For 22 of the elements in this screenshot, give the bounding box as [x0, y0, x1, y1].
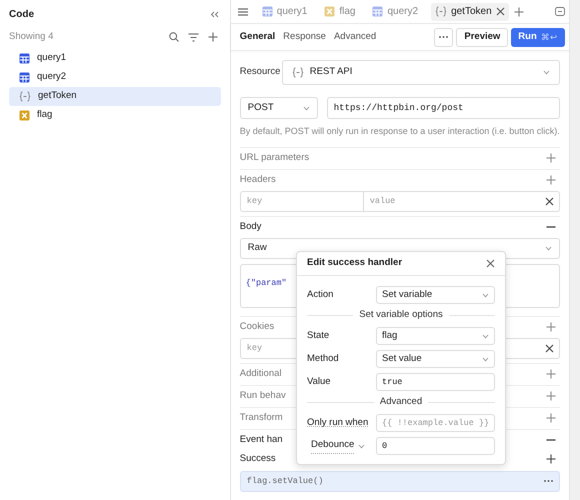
section-title: Headers — [240, 172, 276, 187]
section-title: URL parameters — [240, 150, 310, 165]
popover-title: Edit success handler — [307, 256, 402, 270]
field-label: Resource — [240, 65, 282, 80]
field-label: Only run when — [307, 416, 370, 430]
field-label: State — [307, 328, 330, 343]
hint-text: By default, POST will only run in response to a user interaction (i.e. button click). — [240, 125, 560, 138]
section-title: Transform — [240, 410, 283, 425]
section-title: Run behav — [240, 388, 286, 403]
group-heading: Set variable options — [359, 308, 443, 322]
section-title: Success — [240, 452, 276, 466]
field-label: Action — [307, 288, 334, 302]
code-text: {"param" — [246, 278, 287, 288]
field-label: Value — [307, 374, 332, 389]
section-title: Event han — [240, 432, 283, 447]
group-heading: Advanced — [380, 395, 422, 410]
field-label: Method — [307, 352, 340, 366]
panel-title: Code — [9, 8, 34, 22]
item-count: Showing 4 — [9, 30, 54, 44]
section-title: Cookies — [240, 320, 274, 334]
section-title: Additional — [240, 366, 282, 381]
section-title: Body — [240, 220, 262, 234]
